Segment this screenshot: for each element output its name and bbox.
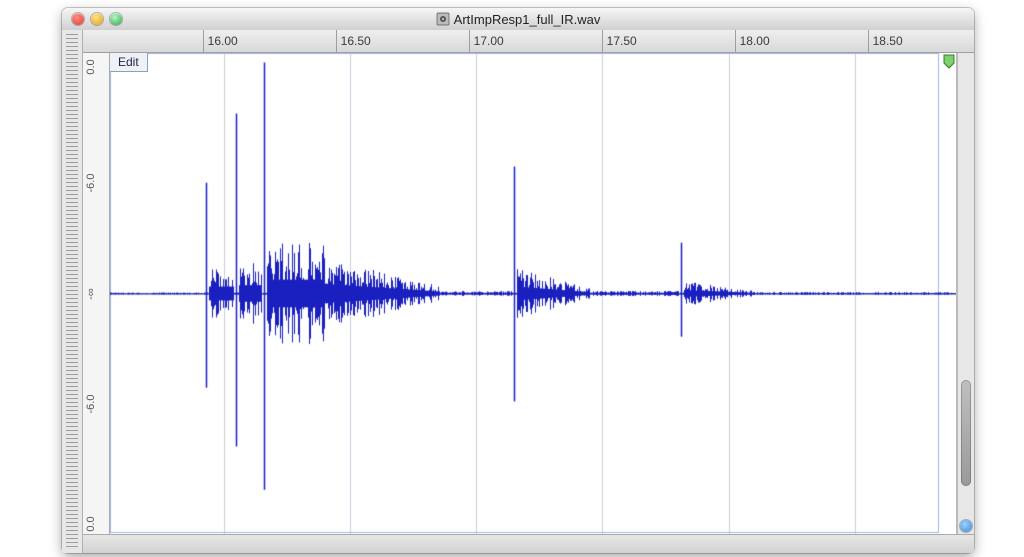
amplitude-tick-label: -6.0 xyxy=(85,173,97,192)
window-body: 16.00 16.50 17.00 17.50 18.00 18.50 0.0 -6.0 -∞… xyxy=(62,30,974,553)
amplitude-tick-label: 0.0 xyxy=(85,60,97,75)
gutter-ticks xyxy=(66,34,78,549)
time-ruler-tick: 16.50 xyxy=(336,30,371,52)
time-ruler-tick: 17.00 xyxy=(469,30,504,52)
wav-file-icon xyxy=(436,12,450,26)
time-ruler-tick: 16.00 xyxy=(203,30,238,52)
amplitude-tick-label: -∞ xyxy=(85,288,97,300)
scrollbar-bottom-cap[interactable] xyxy=(960,520,972,532)
minimize-icon[interactable] xyxy=(91,13,103,25)
time-ruler-tick: 18.50 xyxy=(868,30,903,52)
scrollbar-thumb[interactable] xyxy=(961,380,971,486)
edit-region-label[interactable]: Edit xyxy=(110,53,148,72)
zoom-icon[interactable] xyxy=(110,13,122,25)
time-ruler-tick: 18.00 xyxy=(735,30,770,52)
window-controls xyxy=(72,13,122,25)
time-ruler-tick: 17.50 xyxy=(602,30,637,52)
vertical-scrollbar[interactable] xyxy=(957,53,974,534)
audio-editor-window: ArtImpResp1_full_IR.wav 16.0016.5017.001… xyxy=(62,8,974,553)
bottom-strip xyxy=(83,534,974,553)
amplitude-axis: 0.0 -6.0 -∞ -6.0 0.0 xyxy=(83,53,110,534)
region-end-marker[interactable] xyxy=(941,53,957,71)
waveform-canvas[interactable] xyxy=(110,53,956,534)
waveform-area[interactable]: Edit xyxy=(110,53,957,534)
close-icon[interactable] xyxy=(72,13,84,25)
window-title: ArtImpResp1_full_IR.wav xyxy=(62,12,974,27)
left-tick-gutter xyxy=(62,30,83,553)
content-row: 0.0 -6.0 -∞ -6.0 0.0 Edit xyxy=(83,53,974,534)
main-column: 16.00 16.50 17.00 17.50 18.00 18.50 0.0 -6.0 -∞… xyxy=(83,30,974,553)
window-title-text: ArtImpResp1_full_IR.wav xyxy=(454,12,601,27)
amplitude-tick-label: -6.0 xyxy=(85,395,97,414)
titlebar[interactable]: ArtImpResp1_full_IR.wav xyxy=(62,8,974,31)
amplitude-tick-label: 0.0 xyxy=(85,517,97,532)
time-ruler[interactable]: 16.00 16.50 17.00 17.50 18.00 18.50 xyxy=(83,30,974,53)
shield-marker-icon xyxy=(942,54,956,70)
